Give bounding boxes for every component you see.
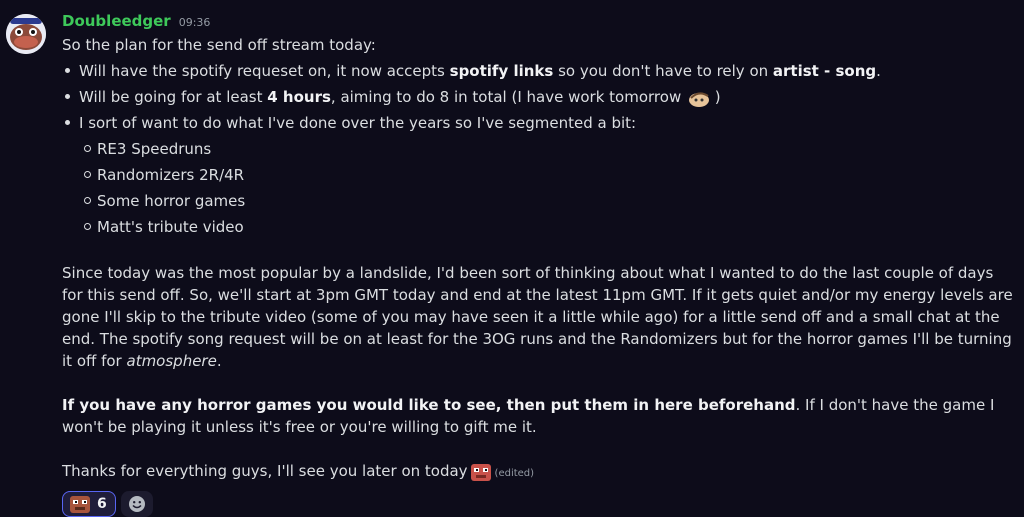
list-item: Will be going for at least 4 hours, aimi… [65, 84, 1014, 110]
bold-text: artist - song [772, 62, 877, 80]
paragraph: Since today was the most popular by a la… [62, 262, 1017, 372]
message-content: Doubleedger 09:36 So the plan for the se… [62, 12, 1014, 517]
smiley-add-reaction-icon [128, 496, 145, 512]
pixel-face-emoji-icon[interactable] [470, 462, 492, 482]
text: , aiming to do 8 in total (I have work t… [330, 88, 686, 106]
text: . [876, 62, 881, 80]
timestamp[interactable]: 09:36 [179, 16, 211, 29]
reaction-count: 6 [97, 496, 107, 512]
text: Will be going for at least [79, 88, 268, 106]
italic-text: atmosphere [126, 352, 217, 370]
reaction-button[interactable]: 6 [62, 491, 116, 517]
list-item: I sort of want to do what I've done over… [65, 110, 1014, 240]
text: . [216, 352, 222, 370]
bold-text: spotify links [449, 62, 554, 80]
bold-text: If you have any horror games you would l… [62, 396, 796, 414]
text: Will have the spotify requeset on, it no… [79, 62, 450, 80]
sub-list: RE3 Speedruns Randomizers 2R/4R Some hor… [79, 136, 1014, 240]
add-reaction-button[interactable] [120, 491, 153, 517]
chat-message: Doubleedger 09:36 So the plan for the se… [0, 0, 1024, 517]
paragraph: If you have any horror games you would l… [62, 394, 1017, 438]
bullet-list: Will have the spotify requeset on, it no… [62, 58, 1014, 240]
sub-list-item: RE3 Speedruns [84, 136, 1014, 162]
username[interactable]: Doubleedger [62, 12, 171, 30]
paragraph: Thanks for everything guys, I'll see you… [62, 460, 1017, 485]
sub-list-item: Matt's tribute video [84, 214, 1014, 240]
message-header: Doubleedger 09:36 [62, 12, 1014, 34]
pixel-face-emoji-icon [70, 496, 90, 513]
text: I sort of want to do what I've done over… [79, 114, 637, 132]
intro-text: So the plan for the send off stream toda… [62, 36, 376, 54]
text: Thanks for everything guys, I'll see you… [62, 462, 468, 480]
sub-list-item: Randomizers 2R/4R [84, 162, 1014, 188]
bold-text: 4 hours [267, 88, 331, 106]
list-item: Will have the spotify requeset on, it no… [65, 58, 1014, 84]
avatar-duck-icon [6, 14, 46, 54]
user-avatar[interactable] [6, 14, 46, 54]
tired-hand-emoji-icon[interactable] [688, 88, 710, 108]
edited-label[interactable]: (edited) [495, 468, 535, 479]
sub-list-item: Some horror games [84, 188, 1014, 214]
text: so you don't have to rely on [553, 62, 773, 80]
text: ) [709, 88, 721, 106]
reactions-bar: 6 [62, 491, 1014, 517]
